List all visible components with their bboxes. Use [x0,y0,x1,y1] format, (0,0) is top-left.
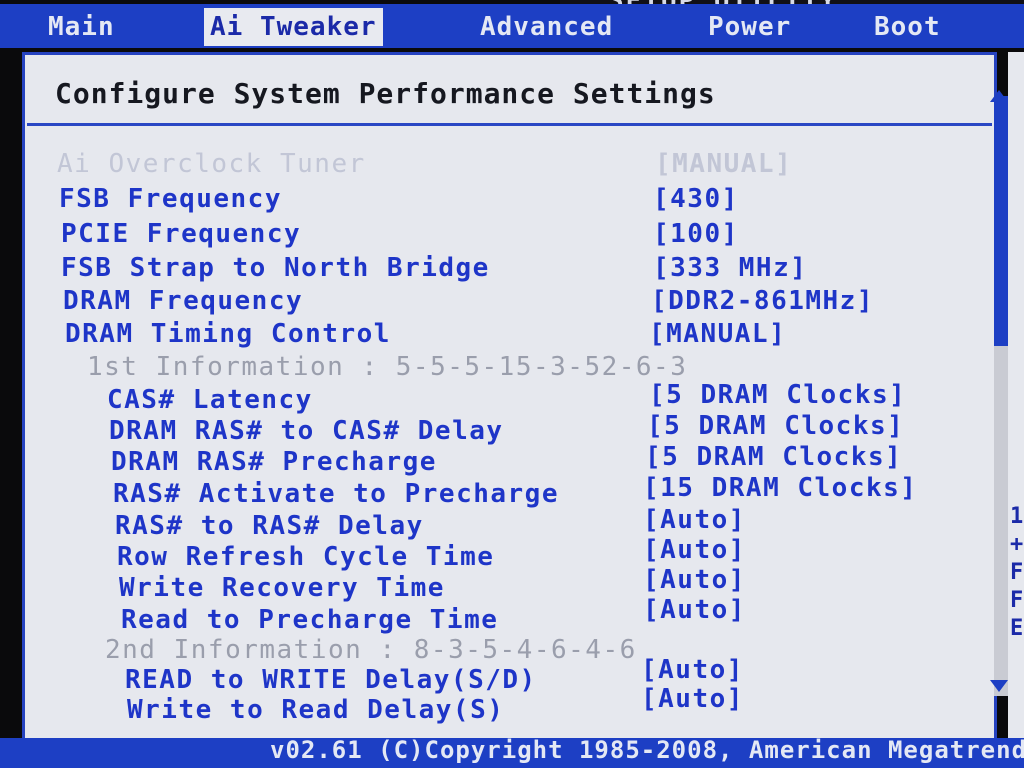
help-key-glyph: E [1010,616,1024,641]
setting-write-recovery-label[interactable]: Write Recovery Time [119,573,445,603]
setting-ai-overclock-tuner-value[interactable]: [MANUAL] [655,149,792,179]
footer-bar: v02.61 (C)Copyright 1985-2008, American … [0,736,1024,768]
first-information-text: 1st Information : 5-5-5-15-3-52-6-3 [87,352,688,382]
setting-ras-activate-value[interactable]: [15 DRAM Clocks] [643,473,917,503]
scroll-up-arrow-icon[interactable] [990,90,1008,102]
setting-ras-precharge-label[interactable]: DRAM RAS# Precharge [111,447,437,477]
setting-ras-precharge-value[interactable]: [5 DRAM Clocks] [645,442,902,472]
setting-ras-to-cas-label[interactable]: DRAM RAS# to CAS# Delay [109,416,504,446]
setting-read-to-write-value[interactable]: [Auto] [641,655,744,685]
setting-cas-latency-label[interactable]: CAS# Latency [107,385,313,415]
help-key-glyph: F [1010,588,1024,613]
tab-power[interactable]: Power [708,8,791,46]
setting-dram-timing-control-value[interactable]: [MANUAL] [649,319,786,349]
setting-dram-frequency-label[interactable]: DRAM Frequency [63,286,303,316]
setting-dram-frequency-value[interactable]: [DDR2-861MHz] [651,286,874,316]
setting-read-to-precharge-label[interactable]: Read to Precharge Time [121,605,498,635]
panel-divider [27,123,992,126]
copyright-text: v02.61 (C)Copyright 1985-2008, American … [270,736,1024,764]
scroll-down-arrow-icon[interactable] [990,680,1008,692]
tab-advanced[interactable]: Advanced [480,8,613,46]
help-key-glyph: + [1010,532,1024,557]
setting-row-refresh-value[interactable]: [Auto] [643,535,746,565]
setting-dram-timing-control-label[interactable]: DRAM Timing Control [65,319,391,349]
panel-title: Configure System Performance Settings [55,77,716,110]
help-key-glyph: F [1010,560,1024,585]
help-key-glyph: 1 [1010,504,1024,529]
setting-write-recovery-value[interactable]: [Auto] [643,565,746,595]
setting-cas-latency-value[interactable]: [5 DRAM Clocks] [649,380,906,410]
setting-write-to-read-value[interactable]: [Auto] [641,684,744,714]
setting-fsb-frequency-label[interactable]: FSB Frequency [59,184,282,214]
tab-boot[interactable]: Boot [874,8,941,46]
settings-panel: Configure System Performance Settings Ai… [22,52,997,752]
setting-row-refresh-label[interactable]: Row Refresh Cycle Time [117,542,494,572]
setting-ras-to-cas-value[interactable]: [5 DRAM Clocks] [647,411,904,441]
scrollbar-thumb[interactable] [994,96,1008,346]
setting-fsb-frequency-value[interactable]: [430] [653,184,739,214]
tab-bar: Main Ai Tweaker Advanced Power Boot [0,4,1024,48]
setting-write-to-read-label[interactable]: Write to Read Delay(S) [127,695,504,725]
tab-ai-tweaker[interactable]: Ai Tweaker [204,8,383,46]
setting-ras-activate-label[interactable]: RAS# Activate to Precharge [113,479,559,509]
setting-pcie-frequency-value[interactable]: [100] [653,219,739,249]
setting-ras-to-ras-value[interactable]: [Auto] [643,505,746,535]
second-information-text: 2nd Information : 8-3-5-4-6-4-6 [105,635,637,665]
help-column: 1 + F F E [1008,52,1024,752]
setting-ai-overclock-tuner-label[interactable]: Ai Overclock Tuner [57,149,366,179]
setting-ras-to-ras-label[interactable]: RAS# to RAS# Delay [115,511,424,541]
setting-fsb-strap-label[interactable]: FSB Strap to North Bridge [61,253,490,283]
setting-pcie-frequency-label[interactable]: PCIE Frequency [61,219,301,249]
setting-read-to-write-label[interactable]: READ to WRITE Delay(S/D) [125,665,537,695]
setting-fsb-strap-value[interactable]: [333 MHz] [653,253,807,283]
tab-main[interactable]: Main [48,8,115,46]
setting-read-to-precharge-value[interactable]: [Auto] [643,595,746,625]
